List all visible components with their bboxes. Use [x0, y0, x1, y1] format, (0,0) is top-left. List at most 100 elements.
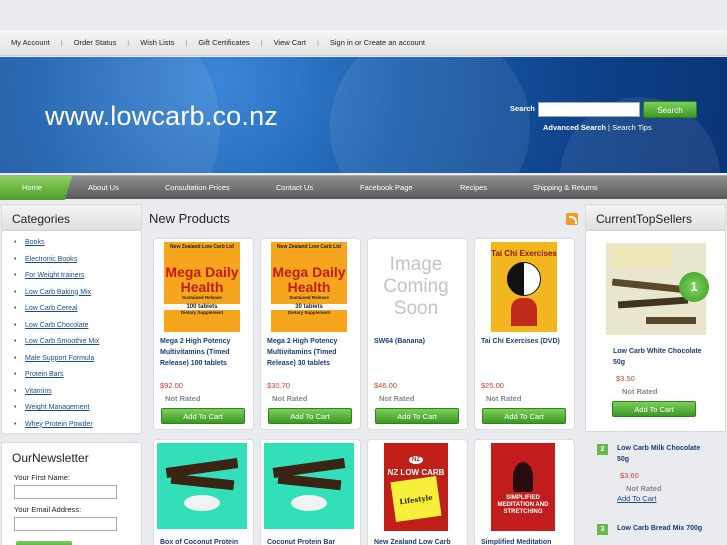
product-card: Tai Chi Exercises Tai Chi Exercises (DVD… [474, 238, 575, 430]
add-to-cart-button[interactable]: Add To Cart [375, 408, 459, 424]
coconut-graphic [291, 495, 327, 511]
add-to-cart-button[interactable]: Add To Cart [161, 408, 245, 424]
package-graphic [611, 248, 673, 268]
nav-recipes[interactable]: Recipes [460, 183, 487, 192]
image-sub-text: Sustained Release [289, 295, 329, 300]
product-name[interactable]: Box of Coconut Protein [160, 537, 256, 545]
rss-icon[interactable] [566, 213, 578, 225]
product-price: $25.00 [481, 381, 504, 390]
search-button[interactable]: Search [643, 101, 697, 118]
product-name[interactable]: SW64 (Banana) [374, 336, 470, 347]
product-image[interactable]: New Zealand Low Carb Ltd Mega Daily Heal… [271, 242, 347, 332]
product-name[interactable]: Simplified Meditation [481, 537, 577, 545]
nav-consultation-prices[interactable]: Consultation Prices [165, 183, 230, 192]
category-link[interactable]: Weight Management [12, 400, 141, 417]
category-link[interactable]: Electronic Books [12, 252, 141, 269]
product-rating: Not Rated [379, 394, 415, 403]
top-seller-name[interactable]: Low Carb Milk Chocolate 50g [617, 443, 707, 465]
category-link[interactable]: Low Carb Baking Mix [12, 285, 141, 302]
product-rating: Not Rated [165, 394, 201, 403]
search-input[interactable] [538, 102, 640, 117]
newsletter-title: OurNewsletter [2, 443, 141, 469]
view-cart-link[interactable]: View Cart [274, 38, 306, 47]
category-link[interactable]: Vitamins [12, 384, 141, 401]
product-image-placeholder[interactable]: Image Coming Soon [378, 242, 454, 332]
category-link[interactable]: Low Carb Cereal [12, 301, 141, 318]
product-name[interactable]: Tai Chi Exercises (DVD) [481, 336, 577, 347]
top-sellers-title: CurrentTopSellers [586, 205, 725, 231]
page: My Account | Order Status | Wish Lists |… [0, 0, 727, 545]
sign-in-link[interactable]: Sign in or Create an account [330, 38, 425, 47]
add-to-cart-button[interactable]: Add To Cart [268, 408, 352, 424]
nav-about-us[interactable]: About Us [88, 183, 119, 192]
rank-badge: 1 [679, 272, 709, 302]
separator: | [185, 38, 188, 47]
advanced-search-link[interactable]: Advanced Search [543, 123, 606, 132]
product-image[interactable] [157, 443, 247, 529]
product-image[interactable]: Tai Chi Exercises [491, 242, 557, 332]
separator: | [127, 38, 130, 47]
add-to-cart-button[interactable]: Add To Cart [612, 401, 696, 417]
my-account-link[interactable]: My Account [0, 38, 50, 47]
category-link[interactable]: For Weight trainers [12, 268, 141, 285]
product-rating: Not Rated [486, 394, 522, 403]
bar-graphic [277, 473, 341, 491]
nav-shipping-returns[interactable]: Shipping & Returns [533, 183, 598, 192]
wish-lists-link[interactable]: Wish Lists [140, 38, 174, 47]
product-image[interactable]: NZ NZ LOW CARB Lifestyle [384, 443, 448, 531]
gift-certificates-link[interactable]: Gift Certificates [198, 38, 249, 47]
add-to-cart-button[interactable]: Add To Cart [482, 408, 566, 424]
product-image[interactable] [264, 443, 354, 529]
first-name-input[interactable] [14, 485, 117, 499]
image-brand-text: New Zealand Low Carb Ltd [170, 244, 234, 250]
category-list: Books Electronic Books For Weight traine… [2, 231, 141, 433]
site-logo[interactable]: www.lowcarb.co.nz [45, 101, 278, 132]
top-seller-name[interactable]: Low Carb Bread Mix 700g [617, 523, 707, 534]
category-link[interactable]: Protein Bars [12, 367, 141, 384]
image-desc-text: Dietary Supplement [287, 310, 331, 315]
rank-badge: 2 [597, 444, 608, 455]
nav-home[interactable]: Home [22, 183, 42, 192]
top-seller-price: $3.50 [616, 374, 635, 383]
category-link[interactable]: Whey Protein Powder [12, 417, 141, 434]
product-name[interactable]: Mega 2 High Potency Multivitamins (Timed… [267, 336, 363, 369]
top-seller-rating: Not Rated [626, 484, 662, 493]
product-card: SIMPLIFIED MEDITATION AND STRETCHING Sim… [474, 439, 575, 545]
product-card: Image Coming Soon SW64 (Banana) $46.00 N… [367, 238, 468, 430]
product-name[interactable]: Coconut Protein Bar [267, 537, 363, 545]
rank-badge: 3 [597, 524, 608, 535]
product-price: $30.70 [267, 381, 290, 390]
category-link[interactable]: Books [12, 235, 141, 252]
search-tips-link[interactable]: Search Tips [612, 123, 652, 132]
nav-contact-us[interactable]: Contact Us [276, 183, 313, 192]
newsletter-panel: OurNewsletter Your First Name: Your Emai… [1, 442, 142, 545]
product-image[interactable]: SIMPLIFIED MEDITATION AND STRETCHING [491, 443, 555, 531]
categories-panel: Categories Books Electronic Books For We… [1, 204, 142, 434]
product-card: NZ NZ LOW CARB Lifestyle New Zealand Low… [367, 439, 468, 545]
image-sticky-text: Lifestyle [390, 475, 442, 522]
bar-graphic [170, 473, 234, 491]
figure-graphic [513, 461, 533, 492]
product-rating: Not Rated [272, 394, 308, 403]
category-link[interactable]: Low Carb Chocolate [12, 318, 141, 335]
product-name[interactable]: Mega 2 High Potency Multivitamins (Timed… [160, 336, 256, 369]
add-to-cart-link[interactable]: Add To Cart [617, 494, 656, 503]
category-link[interactable]: Low Carb Smoothie Mix [12, 334, 141, 351]
product-card: Box of Coconut Protein [153, 439, 254, 545]
nav-facebook-page[interactable]: Facebook Page [360, 183, 413, 192]
separator: | [60, 38, 63, 47]
top-seller-rating: Not Rated [622, 387, 658, 396]
email-label: Your Email Address: [14, 505, 82, 514]
product-card: New Zealand Low Carb Ltd Mega Daily Heal… [153, 238, 254, 430]
new-products-title: New Products [149, 211, 230, 226]
product-name[interactable]: New Zealand Low Carb [374, 537, 470, 545]
top-seller-name[interactable]: Low Carb White Chocolate 50g [613, 346, 713, 368]
email-input[interactable] [14, 517, 117, 531]
image-sub-text: Sustained Release [182, 295, 222, 300]
product-price: $92.00 [160, 381, 183, 390]
product-image[interactable]: New Zealand Low Carb Ltd Mega Daily Heal… [164, 242, 240, 332]
subscribe-button[interactable] [16, 541, 72, 545]
image-title-text: Mega Daily Health [165, 264, 239, 295]
order-status-link[interactable]: Order Status [74, 38, 117, 47]
category-link[interactable]: Male Support Formula [12, 351, 141, 368]
